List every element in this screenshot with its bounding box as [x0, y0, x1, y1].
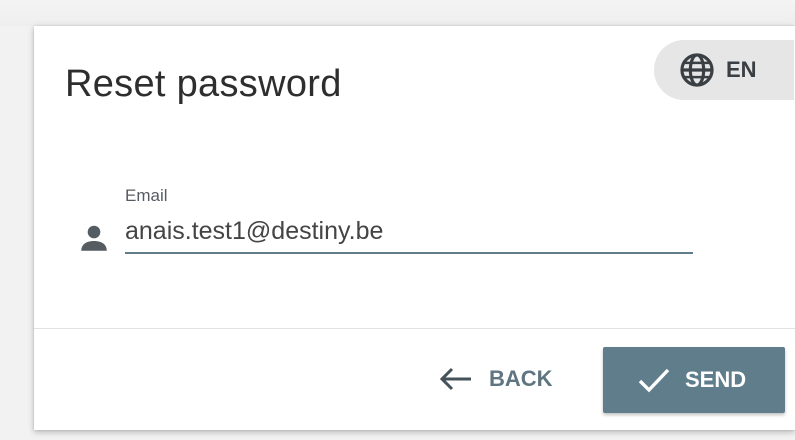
back-label: BACK	[489, 366, 553, 391]
person-icon	[81, 225, 107, 251]
email-field[interactable]	[125, 210, 693, 254]
send-button[interactable]: SEND	[603, 347, 785, 413]
globe-icon	[680, 53, 714, 87]
back-button[interactable]: BACK	[429, 351, 569, 407]
email-label: Email	[125, 186, 168, 205]
actions-divider	[34, 328, 795, 329]
language-label: EN	[726, 57, 757, 82]
send-label: SEND	[685, 367, 747, 392]
reset-password-dialog: Reset password EN Email anais.test1@dest…	[34, 26, 795, 430]
page: Reset password EN Email anais.test1@dest…	[0, 0, 795, 440]
dialog-title: Reset password	[65, 63, 342, 105]
check-icon	[638, 368, 670, 393]
arrow-left-icon	[439, 367, 471, 391]
email-form-field: Email	[76, 186, 696, 266]
top-background	[0, 0, 795, 26]
language-button[interactable]: EN	[654, 40, 794, 100]
